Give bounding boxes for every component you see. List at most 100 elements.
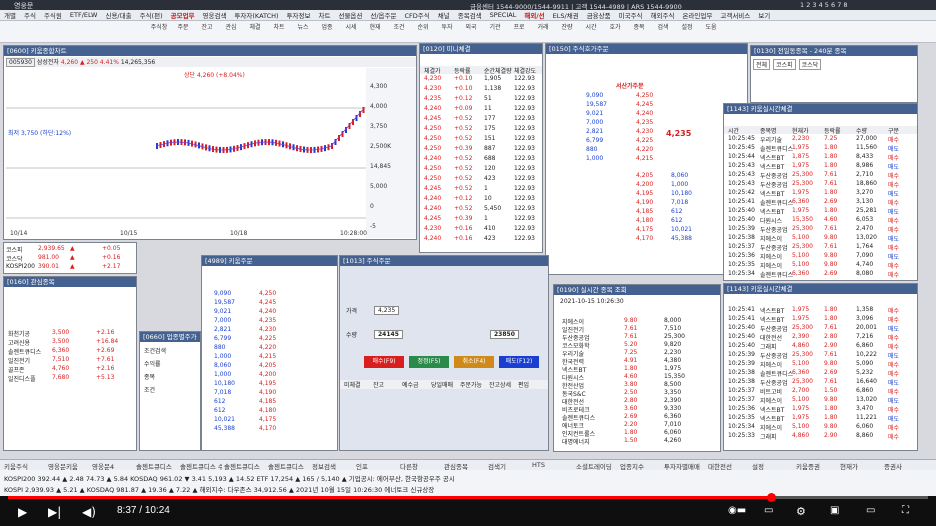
order-book-row[interactable]: 7,018 4,190	[204, 389, 337, 397]
hoga-ask-price[interactable]: 4,240	[636, 110, 653, 117]
settings-icon[interactable]: ⚙	[796, 505, 806, 518]
toolbar-button[interactable]: 기관	[486, 23, 504, 41]
taskbar-item[interactable]: HTS	[532, 461, 574, 469]
rank-tab[interactable]: 코스피	[773, 59, 796, 70]
video-progress-bar[interactable]	[8, 493, 928, 502]
rank-window[interactable]: [0130] 전일동종목 - 240분 종목 전체 코스피 코스닥	[750, 45, 918, 103]
price-chart[interactable]: 4,300 4,000 3,750 2,500K 14,845 5,000 0 -5 10/14…	[6, 68, 416, 238]
table-row[interactable]: 10:25:39 두산중공업 25,300 7.61 2,470 매수	[724, 225, 917, 233]
watch-row[interactable]: 일진전기 7,510 +7.61	[4, 356, 136, 364]
order-action-button[interactable]: 매도(F12)	[499, 356, 539, 368]
table-row[interactable]: 10:25:40 그래피 4,860 2.90 6,860 매수	[724, 342, 917, 350]
toolbar-button[interactable]: 주식창	[150, 23, 168, 41]
rank-tab[interactable]: 전체	[753, 59, 771, 70]
hoga-bid-price[interactable]: 4,175	[636, 226, 653, 233]
taskbar-item[interactable]: 검색기	[488, 461, 530, 470]
table-row[interactable]: 10:25:43 넥스트BT 1,975 1.80 8,986 매도	[724, 162, 917, 170]
table-row[interactable]: 10:25:38 솔젠트큐디스 6,360 2.69 5,232 매수	[724, 369, 917, 377]
toolbar-button[interactable]: 투자	[438, 23, 456, 41]
menu-item[interactable]: 주식원	[40, 10, 66, 20]
toolbar-button[interactable]: 시세	[342, 23, 360, 41]
condition-group[interactable]: 조건검색	[144, 346, 166, 355]
toolbar-button[interactable]: 잔고	[198, 23, 216, 41]
order-book-row[interactable]: 10,180 4,195	[204, 380, 337, 388]
table-row[interactable]: 10:25:37 두산중공업 25,300 7.61 1,764 매수	[724, 243, 917, 251]
toolbar-button[interactable]: 현재	[366, 23, 384, 41]
hoga-bid-price[interactable]: 4,195	[636, 190, 653, 197]
table-row[interactable]: 10:25:36 지에스이 5,100 9.80 7,090 매도	[724, 252, 917, 260]
chart-window[interactable]: [0600] 키움종합차트 005930 삼성전자 4,260 ▲ 250 4.…	[3, 45, 417, 240]
taskbar-item[interactable]: 키움증권	[796, 461, 838, 470]
menu-item[interactable]: 해외주식	[647, 10, 679, 20]
hoga-bid-price[interactable]: 4,180	[636, 217, 653, 224]
sector-window[interactable]: [0190] 실시간 종목 조회 2021-10-15 10:26:30 지에스…	[553, 284, 721, 452]
sector-row[interactable]: 인지컨트롤스 1.80 6,060	[554, 429, 720, 437]
order-tab[interactable]: 편입	[518, 380, 529, 389]
hoga-bid-price[interactable]: 4,170	[636, 235, 653, 242]
order-book-row[interactable]: 1,000 4,200	[204, 371, 337, 379]
toolbar-button[interactable]: 업종	[318, 23, 336, 41]
toolbar-button[interactable]: 순위	[414, 23, 432, 41]
hoga-bid-price[interactable]: 4,190	[636, 199, 653, 206]
taskbar-item[interactable]: 업종지수	[620, 461, 662, 470]
order-book-row[interactable]: 1,000 4,215	[204, 353, 337, 361]
table-row[interactable]: 10:25:42 넥스트BT 1,975 1.80 3,270 매도	[724, 189, 917, 197]
toolbar-button[interactable]: 호가	[606, 23, 624, 41]
condition-group[interactable]: 종목	[144, 372, 166, 381]
taskbar-item[interactable]: 영웅문키움	[48, 461, 90, 470]
sector-row[interactable]: 대명에너지 1.50 4,260	[554, 437, 720, 445]
table-row[interactable]: 10:25:41 솔젠트큐디스 6,360 2.69 3,130 매수	[724, 198, 917, 206]
taskbar-item[interactable]: 증권사	[884, 461, 926, 470]
menu-item[interactable]: ETF/ELW	[66, 11, 102, 19]
hoga-ask-price[interactable]: 4,220	[636, 146, 653, 153]
taskbar-item[interactable]: 소셜트레이딩	[576, 461, 618, 470]
menu-item[interactable]: CFD주식	[401, 10, 434, 20]
order-book-row[interactable]: 6,799 4,225	[204, 335, 337, 343]
order-qty-input[interactable]: 24145	[374, 330, 403, 339]
next-icon[interactable]: ▶|	[48, 505, 61, 519]
menu-item[interactable]: 종목검색	[454, 10, 486, 20]
mini-trade-window[interactable]: [0120] 미니체결 체결가 등락률 순간체결량 체결강도 4,230 +0.10 1,…	[419, 43, 543, 253]
table-row[interactable]: 10:25:36 넥스트BT 1,975 1.80 3,470 매수	[724, 405, 917, 413]
sector-row[interactable]: 두산중공업 7.61 25,300	[554, 333, 720, 341]
order-action-button[interactable]: 취소(F4)	[454, 356, 494, 368]
order-action-button[interactable]: 매수(F9)	[364, 356, 404, 368]
order-book-row[interactable]: 19,587 4,245	[204, 299, 337, 307]
toolbar-button[interactable]: 거래	[534, 23, 552, 41]
hoga-ask-price[interactable]: 4,250	[636, 92, 653, 99]
table-row[interactable]: 10:25:34 지에스이 5,100 9.80 6,060 매수	[724, 423, 917, 431]
condition-group[interactable]: 수익률	[144, 359, 166, 368]
taskbar-item[interactable]: 솔젠트큐디스	[268, 461, 310, 470]
table-row[interactable]: 10:25:43 두산중공업 25,300 7.61 2,710 매수	[724, 171, 917, 179]
menu-item[interactable]: 영웅검색	[199, 10, 231, 20]
menu-item[interactable]: 주식	[20, 10, 40, 20]
table-row[interactable]: 10:25:35 넥스트BT 1,975 1.80 11,221 매도	[724, 414, 917, 422]
menu-item[interactable]: 미국주식	[615, 10, 647, 20]
order-book-row[interactable]: 612 4,180	[204, 407, 337, 415]
taskbar-item[interactable]: 설정	[752, 461, 794, 470]
taskbar-item[interactable]: 다른창	[400, 461, 442, 470]
taskbar-item[interactable]: 관심종목	[444, 461, 486, 470]
menu-item[interactable]: 금융상품	[583, 10, 615, 20]
table-row[interactable]: 10:25:40 두산중공업 25,300 7.61 20,001 매도	[724, 324, 917, 332]
hoga-ask-price[interactable]: 4,225	[636, 137, 653, 144]
menu-item[interactable]: 개별	[0, 10, 20, 20]
menu-item[interactable]: 온라인업무	[678, 10, 716, 20]
table-row[interactable]: 10:25:40 다원시스 15,350 4.60 6,053 매수	[724, 216, 917, 224]
sector-row[interactable]: 한국전력 4.91 4,380	[554, 357, 720, 365]
window-controls[interactable]: 1 2 3 4 5 6 7 8	[800, 1, 848, 9]
hoga-ask-price[interactable]: 4,235	[636, 119, 653, 126]
menu-item[interactable]: 공모업무	[167, 10, 199, 20]
sector-row[interactable]: 솔젠트큐디스 2.69 6,360	[554, 413, 720, 421]
order-book-row[interactable]: 9,021 4,240	[204, 308, 337, 316]
taskbar-item[interactable]: 솔젠트큐디스	[136, 461, 178, 470]
menu-item[interactable]: 차트	[315, 10, 335, 20]
hoga-bid-price[interactable]: 4,185	[636, 208, 653, 215]
table-row[interactable]: 10:25:39 두산중공업 25,300 7.61 10,222 매도	[724, 351, 917, 359]
sector-row[interactable]: 넥스트BT 1.80 1,975	[554, 365, 720, 373]
rank-tab[interactable]: 코스닥	[798, 59, 822, 70]
order-book-row[interactable]: 8,060 4,205	[204, 362, 337, 370]
subtitles-icon[interactable]: ▭	[764, 505, 773, 516]
order-total-input[interactable]: 23850	[490, 330, 519, 339]
realtime-trade-window-1[interactable]: [1143] 키움실시간체결 시간 종목명 현재가 등락률 수량 구분 10:25:45 우…	[723, 103, 918, 281]
